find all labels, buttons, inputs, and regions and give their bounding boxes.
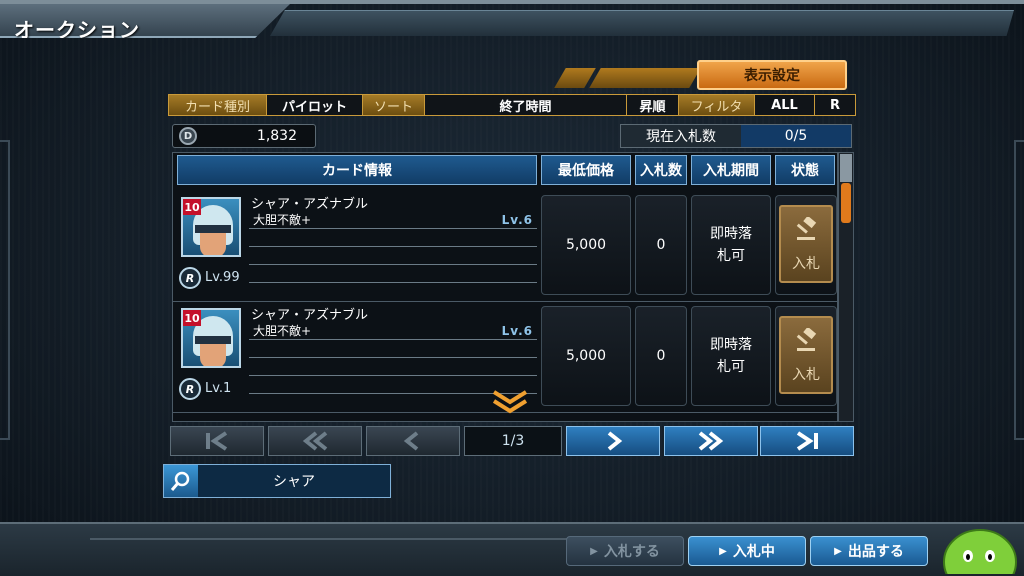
- bid-button-label: 入札: [792, 367, 820, 383]
- sort-label: ソート: [363, 95, 425, 115]
- header-period: 入札期間: [691, 155, 771, 185]
- card-type-label: カード種別: [169, 95, 267, 115]
- scrollbar[interactable]: [838, 152, 854, 422]
- skill-list: 大胆不敵+ Lv.6: [249, 211, 537, 283]
- gold-decoration: [589, 68, 701, 88]
- skill-line-empty: [249, 229, 537, 247]
- bid-count-display: 現在入札数 0/5: [620, 124, 852, 148]
- next-5-button[interactable]: [664, 426, 758, 456]
- header-card-info: カード情報: [177, 155, 537, 185]
- rarity-filter-button[interactable]: R: [815, 95, 855, 115]
- bottom-decoration: [90, 538, 610, 548]
- period-cell: 即時落札可: [691, 195, 771, 295]
- display-settings-button[interactable]: 表示設定: [697, 60, 847, 90]
- title-bar: オークション: [0, 4, 290, 38]
- header-bids: 入札数: [635, 155, 687, 185]
- bid-button[interactable]: 入札: [779, 316, 833, 394]
- header-min-price: 最低価格: [541, 155, 631, 185]
- chevron-right-icon: ▶: [590, 545, 598, 557]
- prev-page-button[interactable]: [366, 426, 460, 456]
- pilot-name: シャア・アズナブル: [251, 197, 369, 212]
- chevron-right-icon: [607, 431, 623, 451]
- skill-level: Lv.6: [501, 323, 533, 338]
- pilot-level: Lv.99: [205, 270, 240, 285]
- pagination: 1/3: [170, 426, 854, 456]
- search-icon[interactable]: [164, 465, 198, 497]
- place-bid-button[interactable]: ▶ 入札する: [566, 536, 684, 566]
- left-frame-decoration: [0, 140, 10, 440]
- currency-value: 1,832: [256, 128, 297, 144]
- skill-line: 大胆不敵+ Lv.6: [249, 322, 537, 340]
- prev-5-button[interactable]: [268, 426, 362, 456]
- next-page-button[interactable]: [566, 426, 660, 456]
- skill-line-empty: [249, 340, 537, 358]
- double-chevron-left-icon: [302, 431, 328, 451]
- header-bar-decoration: [270, 10, 1014, 36]
- right-frame-decoration: [1014, 140, 1024, 440]
- bid-count-label: 現在入札数: [621, 125, 741, 147]
- list-item-button[interactable]: ▶ 出品する: [810, 536, 928, 566]
- skill-line-empty: [249, 247, 537, 265]
- chevron-left-icon: [403, 431, 419, 451]
- pilot-level: Lv.1: [205, 381, 232, 396]
- bidding-button[interactable]: ▶ 入札中: [688, 536, 806, 566]
- first-page-button[interactable]: [170, 426, 264, 456]
- bid-button[interactable]: 入札: [779, 205, 833, 283]
- header-status: 状態: [775, 155, 835, 185]
- rank-icon: R: [179, 378, 201, 400]
- skill-list: 大胆不敵+ Lv.6: [249, 322, 537, 394]
- chevron-right-icon: ▶: [834, 545, 842, 557]
- top-border: [0, 0, 1024, 4]
- card-type-value[interactable]: パイロット: [267, 95, 363, 115]
- period-cell: 即時落札可: [691, 306, 771, 406]
- scrollbar-cap: [840, 154, 852, 182]
- bids-cell: 0: [635, 195, 687, 295]
- chevron-right-icon: ▶: [719, 545, 727, 557]
- pilot-portrait: 10: [181, 197, 241, 257]
- rarity-badge: 10: [183, 310, 201, 326]
- skill-line-empty: [249, 265, 537, 283]
- skill-name: 大胆不敵+: [253, 213, 312, 227]
- table-row[interactable]: 10 R Lv.99 シャア・アズナブル 大胆不敵+ Lv.6 5,000 0 …: [173, 191, 837, 301]
- bids-cell: 0: [635, 306, 687, 406]
- auction-table: カード情報 最低価格 入札数 入札期間 状態 10 R Lv.99 シャア・アズ…: [172, 152, 838, 422]
- gavel-icon: [796, 217, 817, 240]
- last-page-button[interactable]: [760, 426, 854, 456]
- filter-bar: カード種別 パイロット ソート 終了時間 昇順 フィルタ ALL R: [168, 94, 856, 116]
- filter-value[interactable]: ALL: [755, 95, 815, 115]
- last-page-icon: [796, 431, 818, 451]
- rank-icon: R: [179, 267, 201, 289]
- rarity-badge: 10: [183, 199, 201, 215]
- first-page-icon: [206, 431, 228, 451]
- bid-count-value: 0/5: [741, 125, 851, 147]
- filter-label: フィルタ: [679, 95, 755, 115]
- skill-line-empty: [249, 358, 537, 376]
- sort-value[interactable]: 終了時間: [425, 95, 627, 115]
- search-value[interactable]: シャア: [198, 465, 390, 497]
- search-box[interactable]: シャア: [163, 464, 391, 498]
- currency-icon: D: [179, 127, 197, 145]
- pilot-name: シャア・アズナブル: [251, 308, 369, 323]
- currency-display: D 1,832: [172, 124, 316, 148]
- skill-line: 大胆不敵+ Lv.6: [249, 211, 537, 229]
- page-indicator: 1/3: [464, 426, 562, 456]
- min-price-cell: 5,000: [541, 306, 631, 406]
- sort-order-button[interactable]: 昇順: [627, 95, 679, 115]
- pilot-portrait: 10: [181, 308, 241, 368]
- bid-button-label: 入札: [792, 256, 820, 272]
- scroll-more-chevron-icon[interactable]: [492, 390, 528, 414]
- scrollbar-thumb[interactable]: [841, 183, 851, 223]
- skill-level: Lv.6: [501, 212, 533, 227]
- skill-name: 大胆不敵+: [253, 324, 312, 338]
- gavel-icon: [796, 328, 817, 351]
- haro-mascot-icon[interactable]: [938, 522, 1018, 574]
- min-price-cell: 5,000: [541, 195, 631, 295]
- double-chevron-right-icon: [698, 431, 724, 451]
